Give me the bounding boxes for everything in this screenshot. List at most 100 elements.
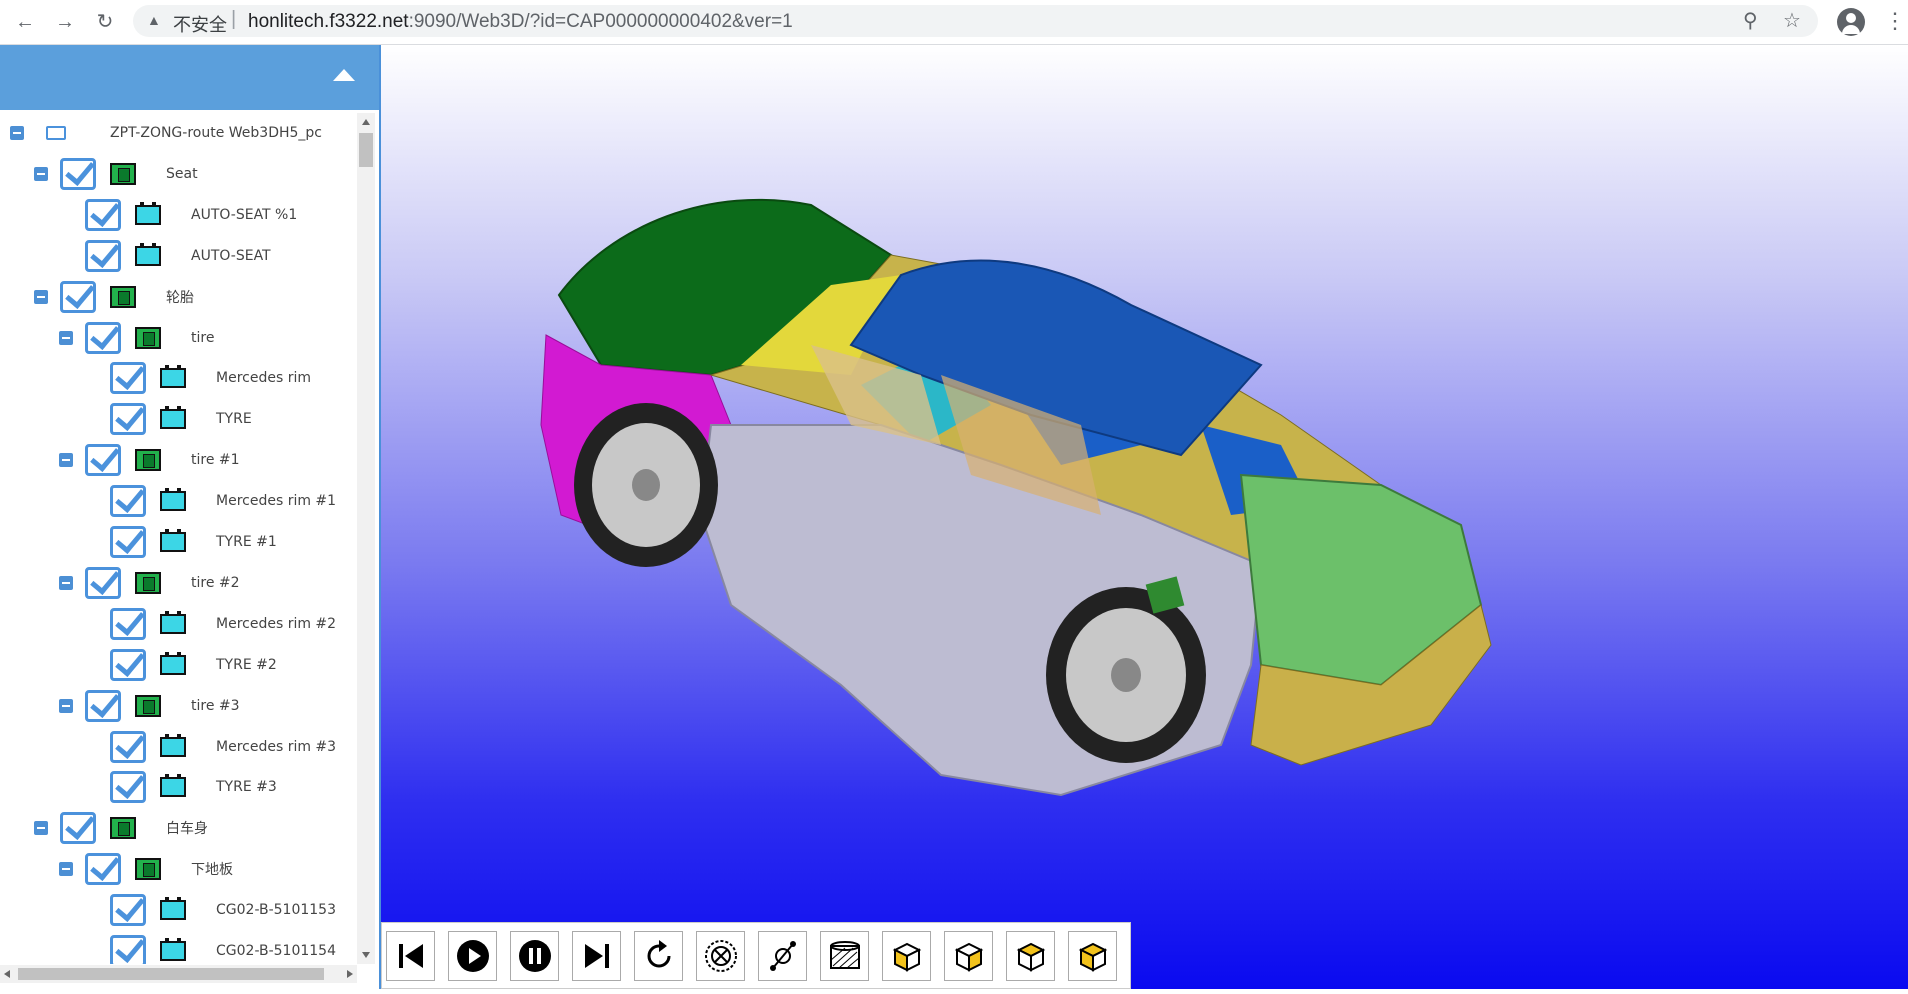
reload-icon[interactable]: ↻ <box>92 9 118 35</box>
visibility-checkbox[interactable] <box>110 648 146 681</box>
visibility-checkbox[interactable] <box>110 607 146 640</box>
visibility-checkbox[interactable] <box>85 689 121 722</box>
tree-leaf-item[interactable]: Mercedes rim #1 <box>110 481 336 521</box>
part-icon <box>160 488 186 512</box>
tree-leaf-item[interactable]: AUTO-SEAT %1 <box>85 195 297 235</box>
collapse-toggle-icon[interactable] <box>59 698 73 713</box>
tree-leaf-item[interactable]: Mercedes rim <box>110 358 311 398</box>
tree-item-label: tire #1 <box>191 452 240 469</box>
tree-node-item[interactable]: 下地板 <box>59 849 233 889</box>
menu-dots-icon[interactable]: ⋮ <box>1884 8 1906 34</box>
tree-item-label: AUTO-SEAT %1 <box>191 206 298 223</box>
pause-button[interactable] <box>510 930 559 981</box>
tree-item-label: Mercedes rim #3 <box>216 738 337 755</box>
profile-avatar-icon[interactable] <box>1837 8 1865 36</box>
visibility-checkbox[interactable] <box>110 771 146 804</box>
forward-arrow-icon[interactable]: → <box>52 9 78 35</box>
explode-button[interactable] <box>696 930 745 981</box>
collapse-toggle-icon[interactable] <box>59 575 73 590</box>
tree-leaf-item[interactable]: Mercedes rim #2 <box>110 604 336 644</box>
tree-leaf-item[interactable]: CG02-B-5101154 <box>110 931 336 964</box>
collapse-toggle-icon[interactable] <box>59 330 73 345</box>
visibility-checkbox[interactable] <box>60 812 96 845</box>
visibility-checkbox[interactable] <box>60 280 96 313</box>
collapse-toggle-icon[interactable] <box>34 166 48 181</box>
visibility-checkbox[interactable] <box>110 526 146 558</box>
scroll-up-arrow-icon[interactable] <box>362 119 370 125</box>
horizontal-scrollbar[interactable] <box>0 965 357 983</box>
tree-item-label: tire <box>191 329 215 346</box>
collapse-toggle-icon[interactable] <box>34 289 48 304</box>
visibility-checkbox[interactable] <box>110 403 146 436</box>
visibility-checkbox[interactable] <box>110 485 146 518</box>
car-model-render[interactable] <box>381 45 1908 989</box>
address-bar[interactable]: ▲ 不安全 | honlitech.f3322.net:9090/Web3D/?… <box>133 5 1818 37</box>
visibility-checkbox[interactable] <box>85 853 121 886</box>
collapse-toggle-icon[interactable] <box>10 126 24 140</box>
visibility-checkbox[interactable] <box>110 730 146 763</box>
scroll-right-arrow-icon[interactable] <box>347 970 353 978</box>
tree-node-item[interactable]: ZPT-ZONG-route Web3DH5_pc <box>10 113 322 153</box>
hatch-section-icon <box>829 940 860 969</box>
visibility-checkbox[interactable] <box>60 157 96 190</box>
vertical-scrollbar[interactable] <box>357 113 375 964</box>
tree-node-item[interactable]: tire #1 <box>59 440 240 480</box>
star-icon[interactable]: ☆ <box>1783 8 1801 33</box>
separator: | <box>231 8 237 30</box>
cube-side-icon <box>954 942 983 972</box>
assembly-icon <box>135 694 161 717</box>
first-step-button[interactable] <box>386 930 435 981</box>
view-iso-button[interactable] <box>1068 930 1117 981</box>
measure-button[interactable] <box>758 930 807 981</box>
security-label: 不安全 <box>173 15 227 36</box>
view-front-button[interactable] <box>882 930 931 981</box>
visibility-checkbox[interactable] <box>85 198 121 231</box>
collapse-toggle-icon[interactable] <box>59 862 73 877</box>
tree-item-label: Seat <box>166 165 198 182</box>
tree-node-item[interactable]: 轮胎 <box>34 277 194 317</box>
tree-leaf-item[interactable]: TYRE #1 <box>110 522 277 562</box>
tree-item-label: TYRE #3 <box>216 779 277 796</box>
browser-toolbar: ← → ↻ ▲ 不安全 | honlitech.f3322.net:9090/W… <box>0 0 1908 45</box>
tree-node-item[interactable]: tire #2 <box>59 563 240 603</box>
skip-forward-icon <box>584 943 609 968</box>
tree-node-item[interactable]: tire <box>59 318 214 358</box>
visibility-checkbox[interactable] <box>110 894 146 927</box>
visibility-checkbox[interactable] <box>85 566 121 599</box>
visibility-checkbox[interactable] <box>85 444 121 477</box>
visibility-checkbox[interactable] <box>110 935 146 964</box>
assembly-icon <box>135 858 161 881</box>
visibility-checkbox[interactable] <box>85 239 121 272</box>
vertical-scroll-thumb[interactable] <box>359 133 373 167</box>
section-button[interactable] <box>820 930 869 981</box>
collapse-toggle-icon[interactable] <box>59 453 73 468</box>
url-text[interactable]: honlitech.f3322.net:9090/Web3D/?id=CAP00… <box>248 11 793 33</box>
tree-node-item[interactable]: 白车身 <box>34 808 208 848</box>
back-arrow-icon[interactable]: ← <box>12 9 38 35</box>
scroll-down-arrow-icon[interactable] <box>362 952 370 958</box>
horizontal-scroll-thumb[interactable] <box>18 968 324 980</box>
view-side-button[interactable] <box>944 930 993 981</box>
cube-iso-icon <box>1078 942 1107 972</box>
play-button[interactable] <box>448 930 497 981</box>
last-step-button[interactable] <box>572 930 621 981</box>
tree-leaf-item[interactable]: TYRE <box>110 399 252 439</box>
view-top-button[interactable] <box>1006 930 1055 981</box>
tree-leaf-item[interactable]: CG02-B-5101153 <box>110 890 336 930</box>
tree-leaf-item[interactable]: AUTO-SEAT <box>85 236 271 276</box>
tree-node-item[interactable]: Seat <box>34 154 198 194</box>
reset-button[interactable] <box>634 930 683 981</box>
rotate-icon <box>647 939 670 967</box>
3d-viewport[interactable] <box>381 45 1908 989</box>
tree-item-label: 下地板 <box>191 862 233 879</box>
tree-node-item[interactable]: tire #3 <box>59 686 240 726</box>
scroll-left-arrow-icon[interactable] <box>4 970 10 978</box>
tree-leaf-item[interactable]: TYRE #2 <box>110 645 277 685</box>
tree-leaf-item[interactable]: Mercedes rim #3 <box>110 727 336 767</box>
visibility-checkbox[interactable] <box>110 362 146 395</box>
zoom-icon[interactable]: ⚲ <box>1743 8 1758 33</box>
visibility-checkbox[interactable] <box>85 321 121 354</box>
collapse-arrow-icon[interactable] <box>333 69 355 81</box>
tree-leaf-item[interactable]: TYRE #3 <box>110 767 277 807</box>
collapse-toggle-icon[interactable] <box>34 821 48 836</box>
